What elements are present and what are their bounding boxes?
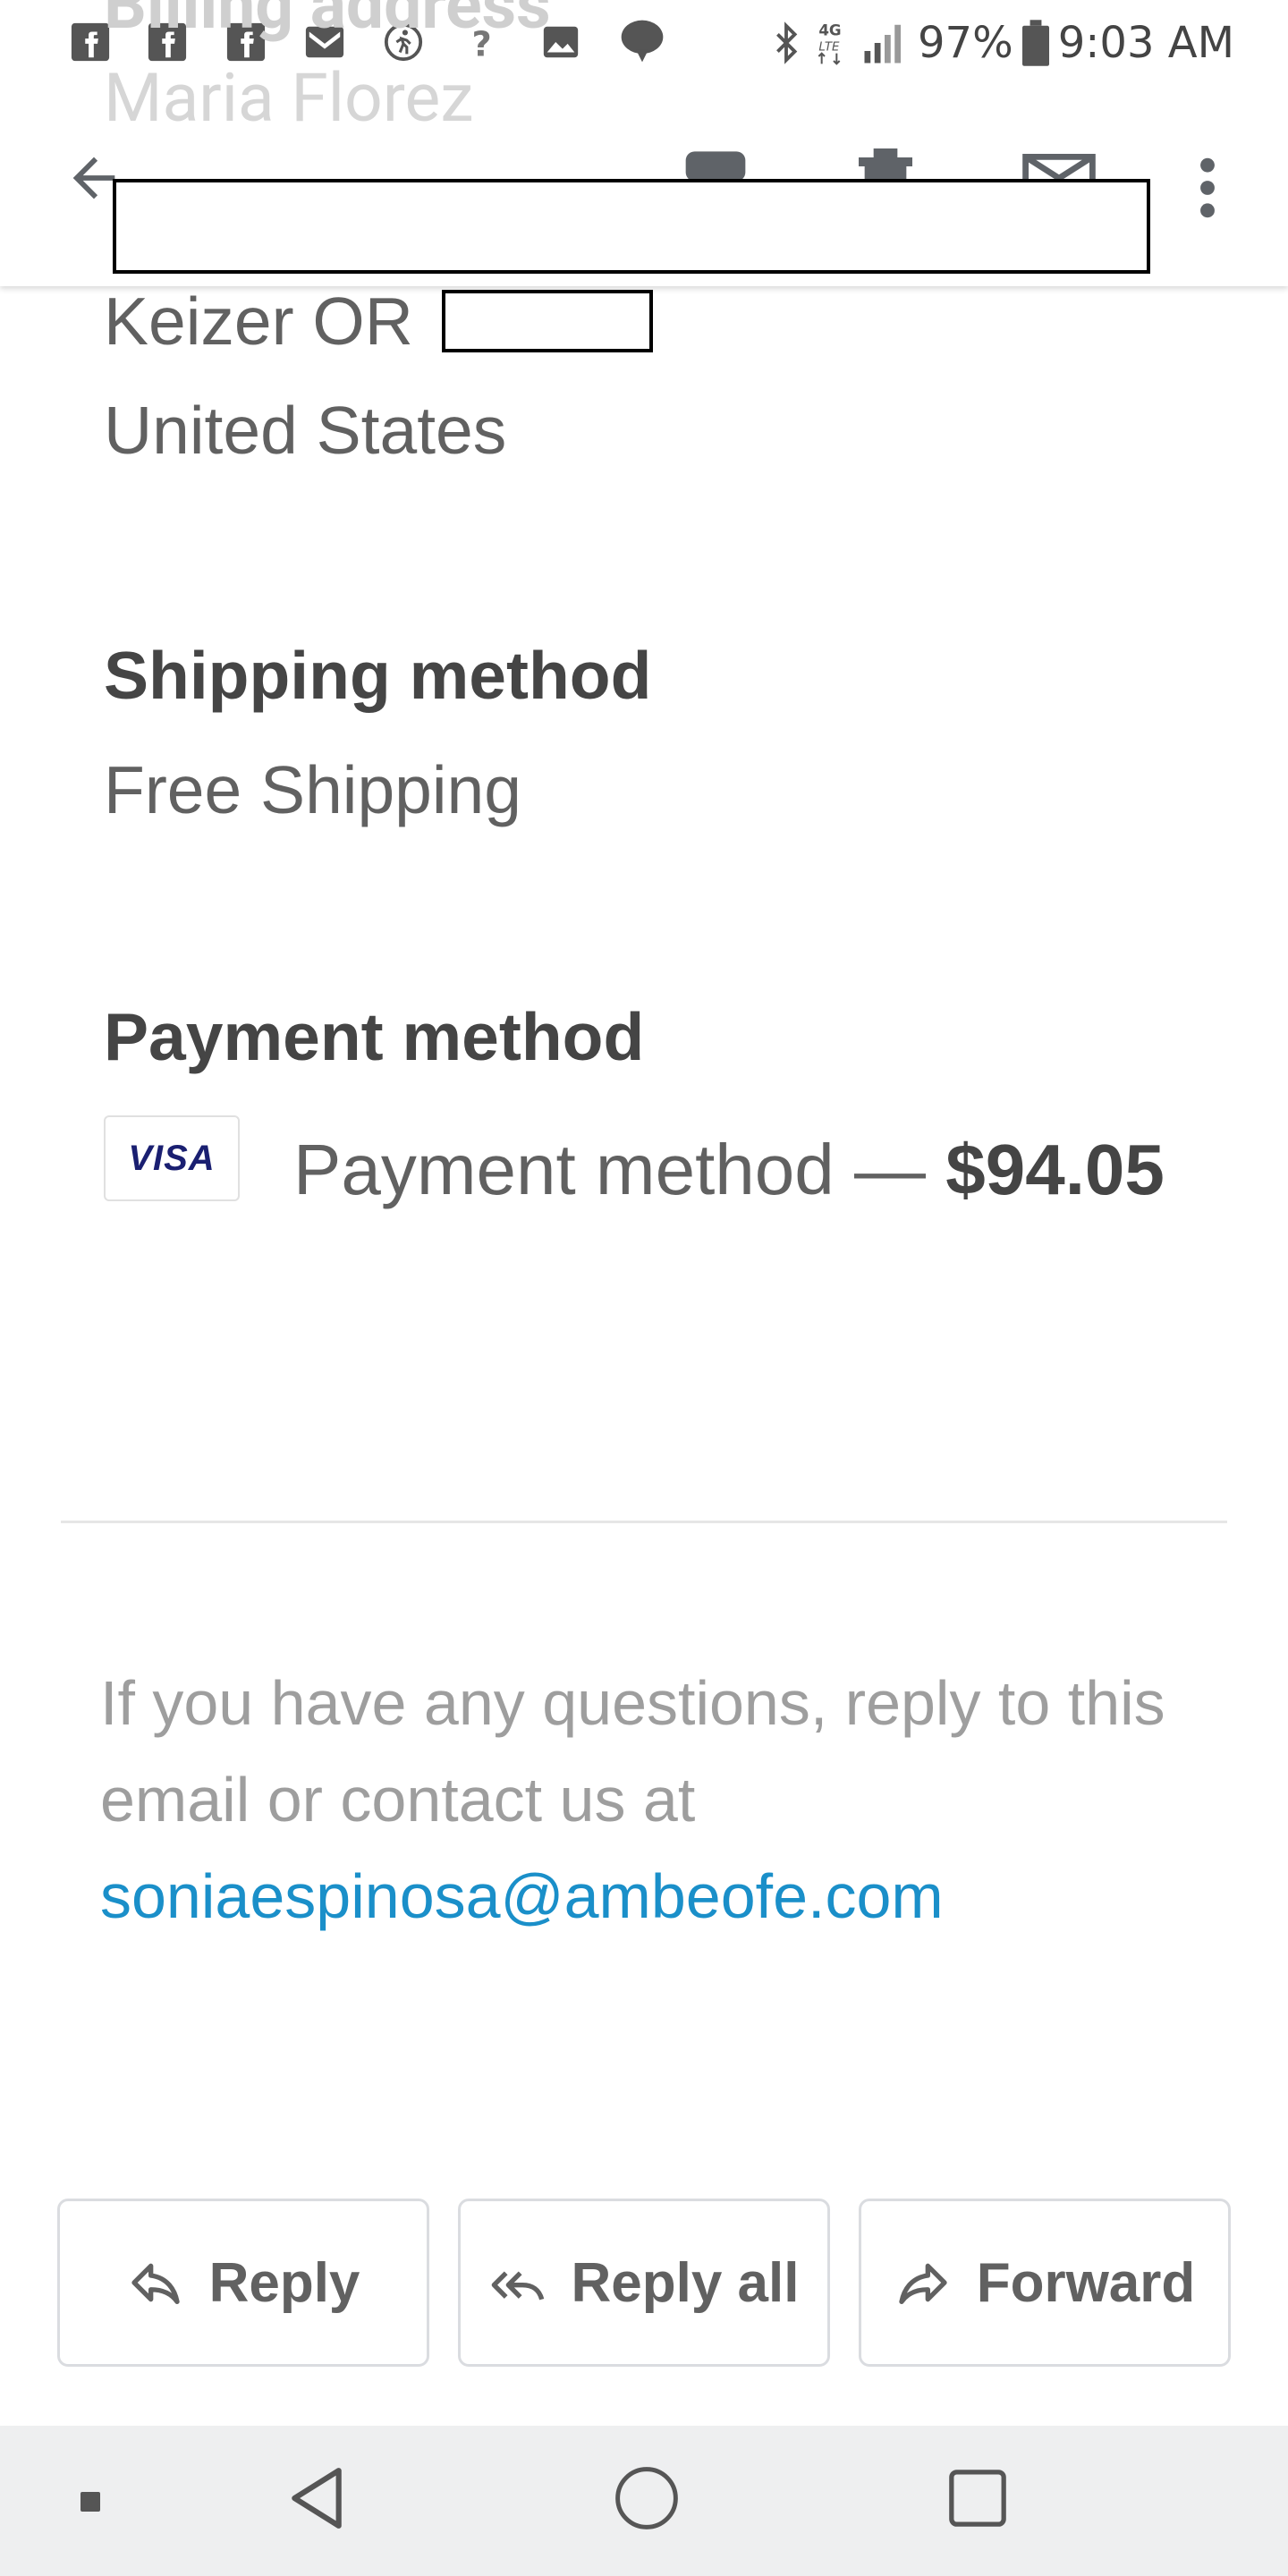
reply-all-label: Reply all — [571, 2251, 800, 2314]
nav-back-icon[interactable] — [288, 2465, 345, 2531]
reply-all-button[interactable]: Reply all — [458, 2199, 830, 2367]
shipping-method-value: Free Shipping — [104, 752, 521, 827]
signal-icon — [864, 24, 902, 64]
footer-text: If you have any questions, reply to this… — [100, 1668, 1165, 1835]
reply-icon — [131, 2263, 180, 2304]
notification-icon — [621, 20, 664, 63]
forward-label: Forward — [976, 2251, 1196, 2314]
billing-address-heading: Billing address — [104, 0, 551, 45]
forward-icon — [899, 2263, 947, 2304]
svg-text:LTE: LTE — [818, 40, 840, 54]
lte-icon: 4GLTE — [818, 22, 842, 65]
battery-percent: 97% — [918, 18, 1013, 68]
battery-icon — [1021, 20, 1049, 66]
payment-summary: Payment method — $94.05 — [293, 1129, 1165, 1211]
svg-text:4G: 4G — [818, 22, 841, 39]
footer-message: If you have any questions, reply to this… — [100, 1655, 1209, 1945]
forward-button[interactable]: Forward — [859, 2199, 1231, 2367]
nav-home-icon[interactable] — [614, 2465, 680, 2531]
divider — [61, 1521, 1227, 1523]
bluetooth-icon — [776, 21, 798, 64]
payment-amount: $94.05 — [945, 1130, 1165, 1209]
payment-label: Payment method — — [293, 1130, 946, 1209]
nav-recents-icon[interactable] — [946, 2467, 1009, 2529]
reply-label: Reply — [208, 2251, 360, 2314]
visa-card-icon: VISA — [104, 1115, 240, 1201]
address-city-state: Keizer OR — [104, 284, 413, 359]
card-brand: VISA — [128, 1138, 216, 1178]
reply-button[interactable]: Reply — [57, 2199, 429, 2367]
contact-email-link[interactable]: soniaespinosa@ambeofe.com — [100, 1848, 1209, 1945]
redacted-zip-box — [442, 290, 653, 352]
payment-method-heading: Payment method — [104, 999, 645, 1074]
redacted-subject-box — [113, 179, 1150, 274]
nav-dot-icon — [80, 2492, 100, 2512]
shipping-method-heading: Shipping method — [104, 638, 652, 713]
more-vert-icon[interactable] — [1190, 154, 1225, 222]
reply-all-icon — [491, 2271, 544, 2301]
system-navigation-bar — [0, 2426, 1288, 2576]
clock: 9:03 AM — [1057, 18, 1234, 68]
billing-name: Maria Florez — [104, 59, 474, 138]
address-country: United States — [104, 393, 507, 468]
